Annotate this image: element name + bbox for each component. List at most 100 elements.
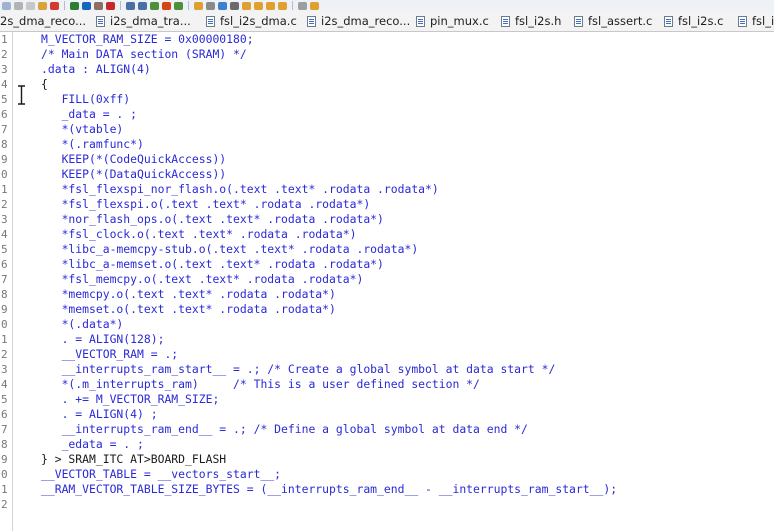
- toolbar-icon[interactable]: [82, 1, 91, 10]
- toolbar-icon[interactable]: [162, 1, 171, 10]
- tab-label: fsl_i2: [752, 14, 774, 28]
- code-line[interactable]: } > SRAM_ITC AT>BOARD_FLASH: [41, 452, 226, 467]
- h-file-icon: [501, 15, 510, 27]
- c-file-icon: [416, 15, 425, 27]
- code-line[interactable]: _edata = . ;: [41, 437, 144, 452]
- code-line[interactable]: {: [41, 77, 48, 92]
- code-line[interactable]: . = ALIGN(128);: [41, 332, 165, 347]
- code-line[interactable]: .data : ALIGN(4): [41, 62, 151, 77]
- line-number: 2: [1, 198, 8, 211]
- editor-tab[interactable]: pin_mux.c: [416, 11, 489, 31]
- toolbar-icon[interactable]: [26, 1, 35, 10]
- code-line[interactable]: *fsl_flexspi_nor_flash.o(.text .text* .r…: [41, 182, 439, 197]
- code-line[interactable]: __RAM_VECTOR_TABLE_SIZE_BYTES = (__inter…: [41, 482, 617, 497]
- toolbar-icon[interactable]: [106, 1, 115, 10]
- line-number: 7: [1, 123, 8, 136]
- tab-label: fsl_i2s.h: [515, 14, 562, 28]
- code-line[interactable]: __VECTOR_RAM = .;: [41, 347, 179, 362]
- editor-tab[interactable]: fsl_i2s_dma.c: [206, 11, 297, 31]
- toolbar-icon[interactable]: [254, 1, 263, 10]
- toolbar-icon[interactable]: [94, 1, 103, 10]
- toolbar: [0, 0, 774, 11]
- c-file-icon: [664, 15, 673, 27]
- code-line[interactable]: __VECTOR_TABLE = __vectors_start__;: [41, 467, 281, 482]
- code-line[interactable]: KEEP(*(DataQuickAccess)): [41, 167, 227, 182]
- c-file-icon: [307, 15, 316, 27]
- code-line[interactable]: _data = . ;: [41, 107, 137, 122]
- line-number: 3: [1, 63, 8, 76]
- code-line[interactable]: M_VECTOR_RAM_SIZE = 0x00000180;: [41, 32, 254, 47]
- line-number: 3: [1, 213, 8, 226]
- toolbar-icon[interactable]: [38, 1, 47, 10]
- editor-tab[interactable]: fsl_i2: [738, 11, 774, 31]
- toolbar-icon[interactable]: [2, 1, 11, 10]
- editor-tab[interactable]: fsl_i2s.c: [664, 11, 723, 31]
- line-number: 9: [1, 153, 8, 166]
- toolbar-icon[interactable]: [218, 1, 227, 10]
- toolbar-icon[interactable]: [230, 1, 239, 10]
- toolbar-icon[interactable]: [138, 1, 147, 10]
- toolbar-separator: [292, 1, 293, 10]
- toolbar-icon[interactable]: [310, 1, 319, 10]
- tab-label: 2s_dma_reco...: [0, 14, 87, 28]
- code-line[interactable]: FILL(0xff): [41, 92, 131, 107]
- toolbar-icon[interactable]: [194, 1, 203, 10]
- toolbar-icon[interactable]: [70, 1, 79, 10]
- editor-tab[interactable]: fsl_assert.c: [574, 11, 652, 31]
- line-number: 0: [1, 168, 8, 181]
- code-line[interactable]: *nor_flash_ops.o(.text .text* .rodata .r…: [41, 212, 384, 227]
- toolbar-icon[interactable]: [278, 1, 287, 10]
- toolbar-icon[interactable]: [150, 1, 159, 10]
- code-line[interactable]: __interrupts_ram_end__ = .; /* Define a …: [41, 422, 528, 437]
- code-line[interactable]: *memcpy.o(.text .text* .rodata .rodata*): [41, 287, 336, 302]
- code-line[interactable]: *(.data*): [41, 317, 124, 332]
- c-file-icon: [96, 15, 105, 27]
- code-line[interactable]: . = ALIGN(4) ;: [41, 407, 158, 422]
- code-line[interactable]: *(.ramfunc*): [41, 137, 144, 152]
- code-line[interactable]: . += M_VECTOR_RAM_SIZE;: [41, 392, 220, 407]
- code-line[interactable]: *(.m_interrupts_ram) /* This is a user d…: [41, 377, 480, 392]
- code-line[interactable]: *fsl_clock.o(.text .text* .rodata .rodat…: [41, 227, 357, 242]
- toolbar-icon[interactable]: [174, 1, 183, 10]
- line-number: 3: [1, 363, 8, 376]
- code-editor[interactable]: 1 2 3 4 5 6 7 8 9 0 1 2 3 4 5 6 7 8 9 0 1 2 3 4 5 6 7 8 9 0 1 2 M_VECTO…: [0, 32, 774, 531]
- code-line[interactable]: *fsl_flexspi.o(.text .text* .rodata .rod…: [41, 197, 371, 212]
- line-number: 0: [1, 468, 8, 481]
- code-line[interactable]: *libc_a-memset.o(.text .text* .rodata .r…: [41, 257, 384, 272]
- line-number: 6: [1, 258, 8, 271]
- code-line[interactable]: *(vtable): [41, 122, 124, 137]
- c-file-icon: [206, 15, 215, 27]
- editor-tab[interactable]: i2s_dma_reco...: [307, 11, 410, 31]
- line-number: 1: [1, 483, 8, 496]
- tab-label: i2s_dma_reco...: [321, 14, 411, 28]
- editor-tab[interactable]: fsl_i2s.h: [501, 11, 561, 31]
- toolbar-icon[interactable]: [14, 1, 23, 10]
- line-number: 8: [1, 288, 8, 301]
- editor-tab[interactable]: 2s_dma_reco...: [0, 11, 86, 31]
- toolbar-icon[interactable]: [206, 1, 215, 10]
- code-line[interactable]: *memset.o(.text .text* .rodata .rodata*): [41, 302, 336, 317]
- code-line[interactable]: /* Main DATA section (SRAM) */: [41, 47, 247, 62]
- toolbar-icon[interactable]: [50, 1, 59, 10]
- line-number: 6: [1, 408, 8, 421]
- toolbar-icon[interactable]: [242, 1, 251, 10]
- line-number: 5: [1, 393, 8, 406]
- line-number: 2: [1, 498, 8, 511]
- toolbar-icon[interactable]: [298, 1, 307, 10]
- code-line[interactable]: *fsl_memcpy.o(.text .text* .rodata .roda…: [41, 272, 364, 287]
- line-number: 1: [1, 333, 8, 346]
- code-line[interactable]: __interrupts_ram_start__ = .; /* Create …: [41, 362, 556, 377]
- tab-label: pin_mux.c: [430, 14, 489, 28]
- line-number: 7: [1, 423, 8, 436]
- line-number: 5: [1, 93, 8, 106]
- line-number: 4: [1, 378, 8, 391]
- line-number: 1: [1, 33, 8, 46]
- code-line[interactable]: *libc_a-memcpy-stub.o(.text .text* .roda…: [41, 242, 419, 257]
- toolbar-icon[interactable]: [126, 1, 135, 10]
- line-number: 1: [1, 183, 8, 196]
- code-line[interactable]: KEEP(*(CodeQuickAccess)): [41, 152, 227, 167]
- toolbar-icon[interactable]: [266, 1, 275, 10]
- tab-label: fsl_i2s.c: [678, 14, 724, 28]
- line-number: 9: [1, 453, 8, 466]
- editor-tab[interactable]: i2s_dma_tra...: [96, 11, 191, 31]
